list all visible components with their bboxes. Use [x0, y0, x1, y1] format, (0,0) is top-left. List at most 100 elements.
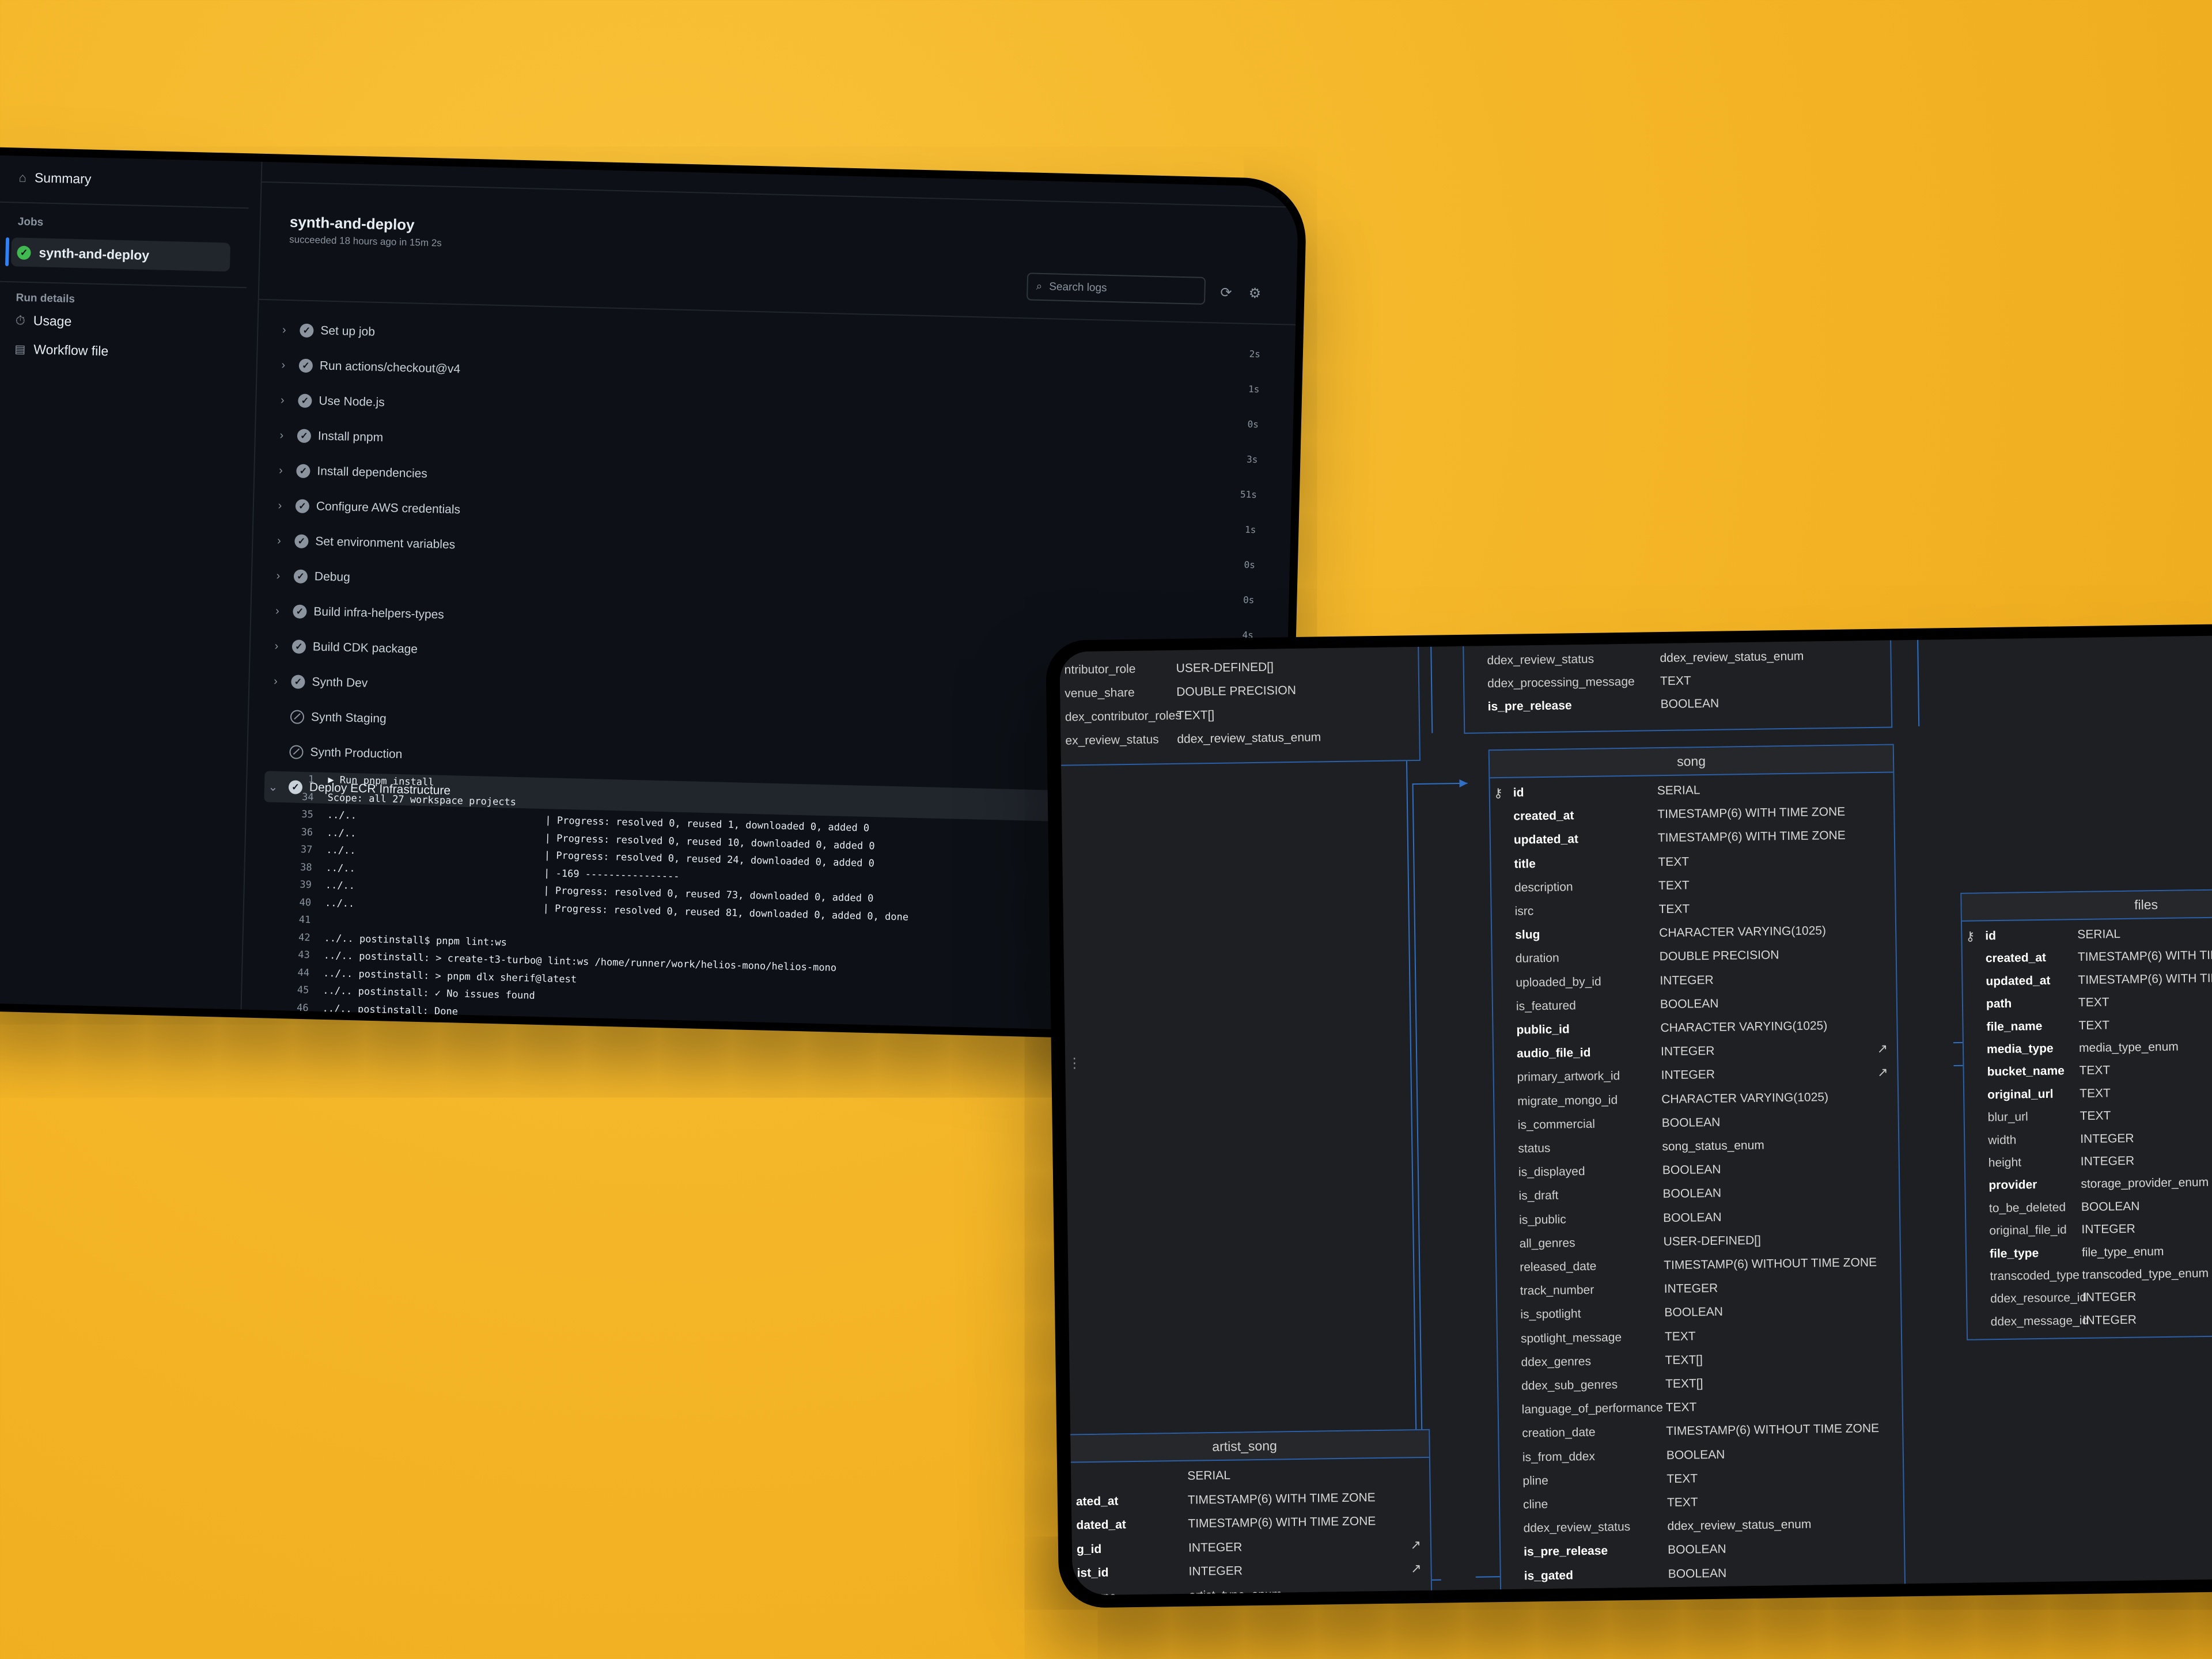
column-name: all_genres: [1519, 1236, 1575, 1251]
table-column-row[interactable]: dated_at TIMESTAMP(6) WITH TIME ZONE: [1061, 1509, 1430, 1537]
chevron-right-icon[interactable]: ›: [268, 604, 286, 618]
column-type: SERIAL: [1657, 783, 1700, 798]
table-column-row[interactable]: file_type file_type_enum: [1967, 1237, 2212, 1266]
chevron-right-icon[interactable]: ›: [270, 534, 288, 548]
sidebar-workflow-file[interactable]: ▤ Workflow file: [14, 341, 108, 359]
column-name: ist_id: [1077, 1566, 1109, 1580]
column-type: TIMESTAMP(6) WITH TIME ZONE: [1188, 1514, 1376, 1531]
table-column-row[interactable]: ex_review_status ddex_review_status_enum: [1059, 725, 1419, 753]
table-artist-song[interactable]: artist_song SERIAL ated_at TIMESTAMP(6) WIT…: [1059, 1429, 1433, 1596]
chevron-down-icon[interactable]: ⌄: [264, 779, 282, 794]
settings-button[interactable]: ⚙: [1245, 284, 1264, 303]
column-type: INTEGER: [1664, 1282, 1718, 1296]
chevron-right-icon[interactable]: [266, 751, 283, 752]
chevron-right-icon[interactable]: ›: [271, 499, 289, 513]
foreign-key-link-icon[interactable]: ↗: [1877, 1041, 1888, 1056]
column-name: media_type: [1986, 1041, 2054, 1056]
chevron-right-icon[interactable]: ›: [270, 569, 287, 583]
table-column-row[interactable]: original_file_id INTEGER: [1966, 1215, 2212, 1243]
chevron-right-icon[interactable]: ›: [272, 464, 290, 478]
table-files[interactable]: files ⚷ id SERIAL created_at TIMESTAMP(6) WIT…: [1960, 887, 2212, 1340]
table-column-row[interactable]: width INTEGER: [1965, 1124, 2212, 1152]
column-name: ddex_sub_genres: [1521, 1378, 1618, 1393]
table-title[interactable]: song: [1489, 745, 1893, 779]
relation-line: [1917, 639, 1920, 726]
table-column-row[interactable]: media_type media_type_enum: [1964, 1033, 2212, 1062]
table-title[interactable]: files: [1961, 888, 2212, 922]
foreign-key-link-icon[interactable]: ↗: [1410, 1537, 1421, 1552]
table-column-row[interactable]: ated_at TIMESTAMP(6) WITH TIME ZONE: [1061, 1485, 1430, 1513]
column-name: dex_contributor_roles: [1065, 709, 1181, 724]
table-song[interactable]: song ⚷ id SERIAL created_at TIMESTAMP(6) WITH…: [1488, 744, 1906, 1596]
column-name: provider: [1988, 1178, 2037, 1192]
chevron-right-icon[interactable]: ›: [275, 323, 293, 337]
success-check-icon: ✓: [298, 358, 313, 373]
table-column-row[interactable]: file_name TEXT: [1963, 1010, 2212, 1039]
table-column-row[interactable]: bucket_name TEXT: [1964, 1056, 2212, 1084]
table-column-row[interactable]: provider storage_provider_enum: [1965, 1169, 2212, 1198]
chevron-right-icon[interactable]: [266, 716, 283, 717]
column-type: BOOLEAN: [1662, 1210, 1722, 1225]
table-column-row[interactable]: height INTEGER: [1965, 1147, 2212, 1175]
column-type: BOOLEAN: [1662, 1187, 1722, 1201]
column-name: creation_date: [1522, 1426, 1596, 1440]
chevron-right-icon[interactable]: ›: [274, 393, 291, 407]
table-column-row[interactable]: ddex_message_id INTEGER: [1967, 1306, 2212, 1334]
table-column-row[interactable]: path TEXT: [1963, 988, 2212, 1016]
chevron-right-icon[interactable]: ›: [275, 358, 293, 372]
column-type: INTEGER: [1660, 973, 1714, 987]
table-title[interactable]: artist_song: [1060, 1430, 1429, 1463]
column-type: INTEGER: [2081, 1222, 2135, 1237]
column-type: TIMESTAMP(6) WITH TIME ZONE: [2077, 948, 2212, 964]
sidebar-summary[interactable]: ⌂ Summary: [18, 170, 91, 187]
foreign-key-link-icon[interactable]: ↗: [1877, 1065, 1888, 1080]
table-column-row[interactable]: ⚷ id SERIAL: [1962, 920, 2212, 948]
chevron-right-icon[interactable]: ›: [267, 675, 285, 688]
column-name: released_date: [1520, 1259, 1597, 1274]
table-partial-left[interactable]: ntributor_role USER-DEFINED[] venue_share D…: [1059, 641, 1421, 766]
job-subtitle: succeeded 18 hours ago in 15m 2s: [289, 234, 442, 249]
column-type: BOOLEAN: [1664, 1305, 1724, 1320]
schema-screen: ⋮ ntributor_role USER-DEFINED[] venue_shar…: [1059, 634, 2212, 1596]
sidebar-usage[interactable]: ⏱ Usage: [15, 312, 71, 329]
column-name: original_url: [1987, 1087, 2054, 1102]
column-name: updated_at: [1513, 832, 1579, 847]
search-logs-input[interactable]: ⌕ Search logs: [1027, 272, 1206, 305]
table-column-row[interactable]: to_be_deleted BOOLEAN: [1966, 1192, 2212, 1221]
log-line-number: 44: [297, 967, 310, 979]
table-column-row[interactable]: is_gated BOOLEAN: [1501, 1559, 1904, 1588]
log-line-number: 38: [300, 861, 312, 873]
table-column-row[interactable]: blur_url TEXT: [1964, 1101, 2212, 1130]
column-name: is_draft: [1518, 1189, 1559, 1203]
table-column-row[interactable]: ist_id INTEGER ↗: [1062, 1557, 1430, 1585]
step-status: ✓: [289, 499, 317, 514]
sidebar-job-synth-and-deploy[interactable]: ✓ synth-and-deploy: [17, 245, 149, 264]
step-label: Synth Production: [310, 745, 403, 762]
refresh-button[interactable]: ⟳: [1217, 283, 1236, 302]
step-status: ✓: [290, 429, 319, 444]
table-column-row[interactable]: original_url TEXT: [1964, 1079, 2212, 1107]
table-column-row[interactable]: g_id INTEGER ↗: [1062, 1533, 1430, 1561]
column-name: dated_at: [1076, 1518, 1126, 1532]
chevron-right-icon[interactable]: ›: [273, 429, 291, 442]
column-type: TEXT[]: [1665, 1353, 1703, 1367]
success-check-icon: ✓: [17, 245, 31, 260]
foreign-key-link-icon[interactable]: ↗: [1411, 1561, 1422, 1576]
table-column-row[interactable]: updated_at TIMESTAMP(6) WITH TIME ZONE: [1963, 965, 2212, 994]
table-column-row[interactable]: SERIAL: [1060, 1461, 1429, 1490]
step-label: Synth Dev: [312, 675, 368, 690]
table-column-row[interactable]: transcoded_type transcoded_type_enum: [1967, 1260, 2212, 1289]
column-name: track_number: [1520, 1283, 1594, 1298]
table-column-row[interactable]: ddex_resource_id INTEGER: [1967, 1283, 2212, 1311]
step-status: ✓: [289, 464, 317, 479]
table-column-row[interactable]: created_at TIMESTAMP(6) WITH TIME ZONE: [1963, 942, 2212, 971]
column-type: CHARACTER VARYING(1025): [1661, 1090, 1829, 1106]
column-name: is_pre_release: [1524, 1544, 1608, 1559]
jobs-heading: Jobs: [17, 215, 44, 229]
column-name: g_id: [1076, 1542, 1102, 1556]
success-check-icon: ✓: [297, 429, 312, 444]
chevron-right-icon[interactable]: ›: [268, 639, 286, 653]
resize-grip-icon[interactable]: ⋮: [1067, 1055, 1081, 1071]
table-partial-middle[interactable]: ddex_review_status ddex_review_status_enu…: [1463, 634, 1893, 734]
column-name: spotlight_message: [1520, 1330, 1622, 1346]
